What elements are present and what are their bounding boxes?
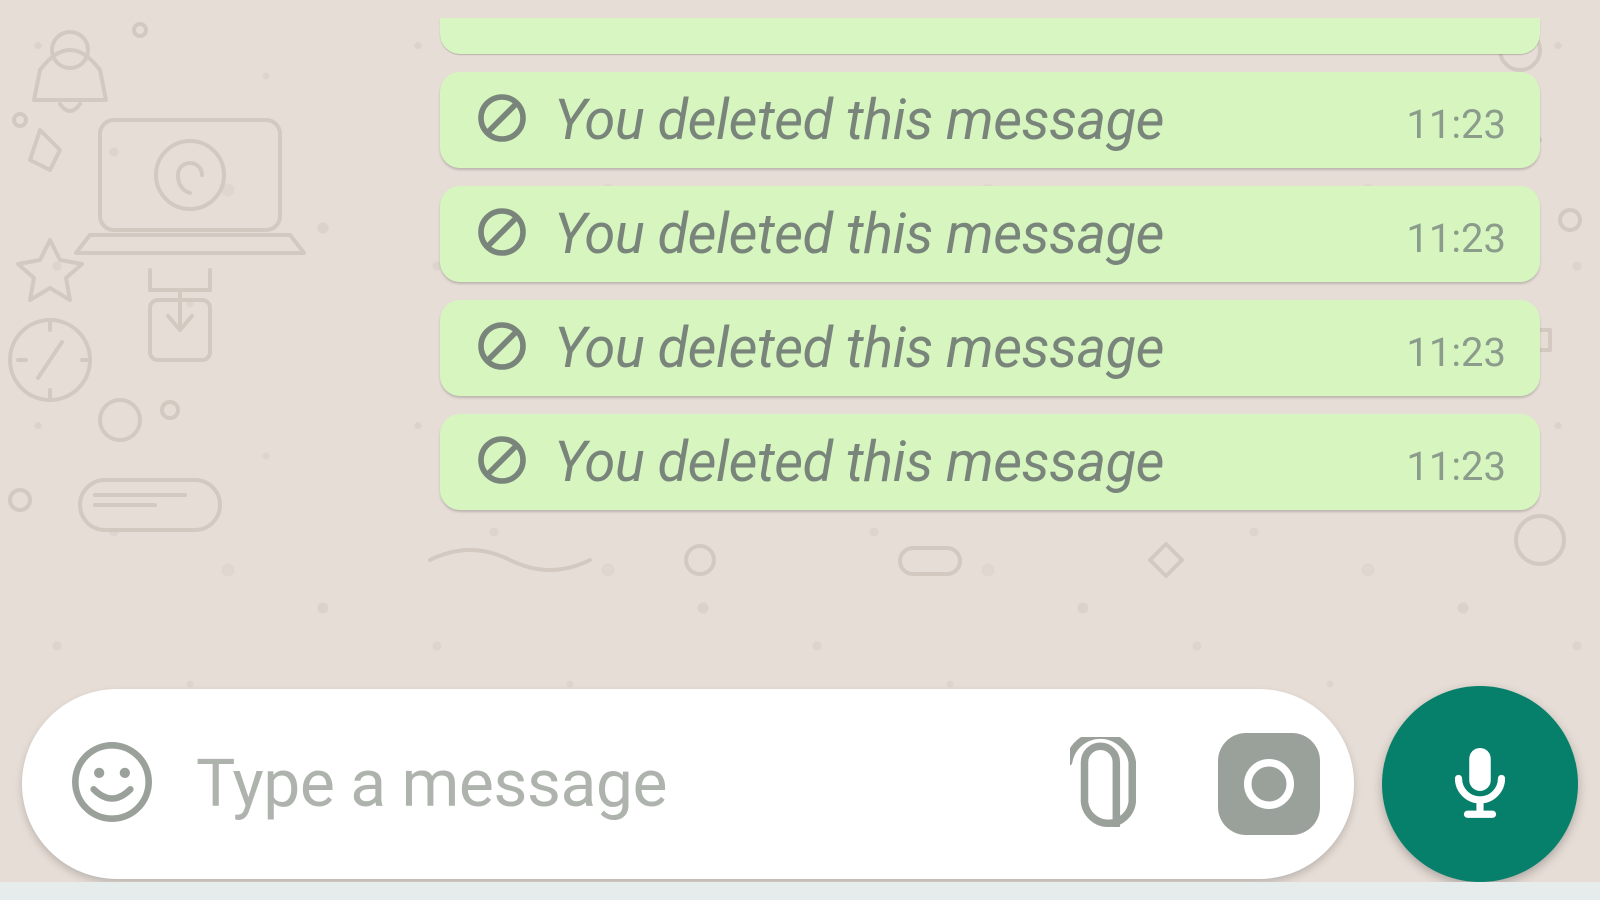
message-timestamp: 11:23 xyxy=(1406,101,1506,148)
message-bubble[interactable]: You deleted this message 11:23 xyxy=(440,300,1540,396)
message-timestamp: 11:23 xyxy=(1406,443,1506,490)
prohibited-icon xyxy=(474,204,530,260)
message-deleted-text: You deleted this message xyxy=(554,319,1368,378)
microphone-icon xyxy=(1437,739,1523,829)
chat-messages-area[interactable]: You deleted this message 11:23 You delet… xyxy=(0,0,1600,770)
message-bubble[interactable]: You deleted this message 11:23 xyxy=(440,186,1540,282)
composer-row: Type a message xyxy=(22,686,1578,882)
system-navbar-sliver xyxy=(0,882,1600,900)
message-bubble-partial xyxy=(440,18,1540,54)
prohibited-icon xyxy=(474,432,530,488)
voice-record-button[interactable] xyxy=(1382,686,1578,882)
attach-icon[interactable] xyxy=(1070,737,1160,831)
message-deleted-text: You deleted this message xyxy=(554,205,1368,264)
emoji-icon[interactable] xyxy=(68,738,156,830)
prohibited-icon xyxy=(474,90,530,146)
camera-button[interactable] xyxy=(1218,733,1320,835)
message-deleted-text: You deleted this message xyxy=(554,91,1368,150)
message-timestamp: 11:23 xyxy=(1406,215,1506,262)
message-composer[interactable]: Type a message xyxy=(22,689,1354,879)
prohibited-icon xyxy=(474,318,530,374)
message-timestamp: 11:23 xyxy=(1406,329,1506,376)
message-bubble[interactable]: You deleted this message 11:23 xyxy=(440,414,1540,510)
message-deleted-text: You deleted this message xyxy=(554,433,1368,492)
message-input[interactable]: Type a message xyxy=(196,746,1070,823)
message-bubble[interactable]: You deleted this message 11:23 xyxy=(440,72,1540,168)
